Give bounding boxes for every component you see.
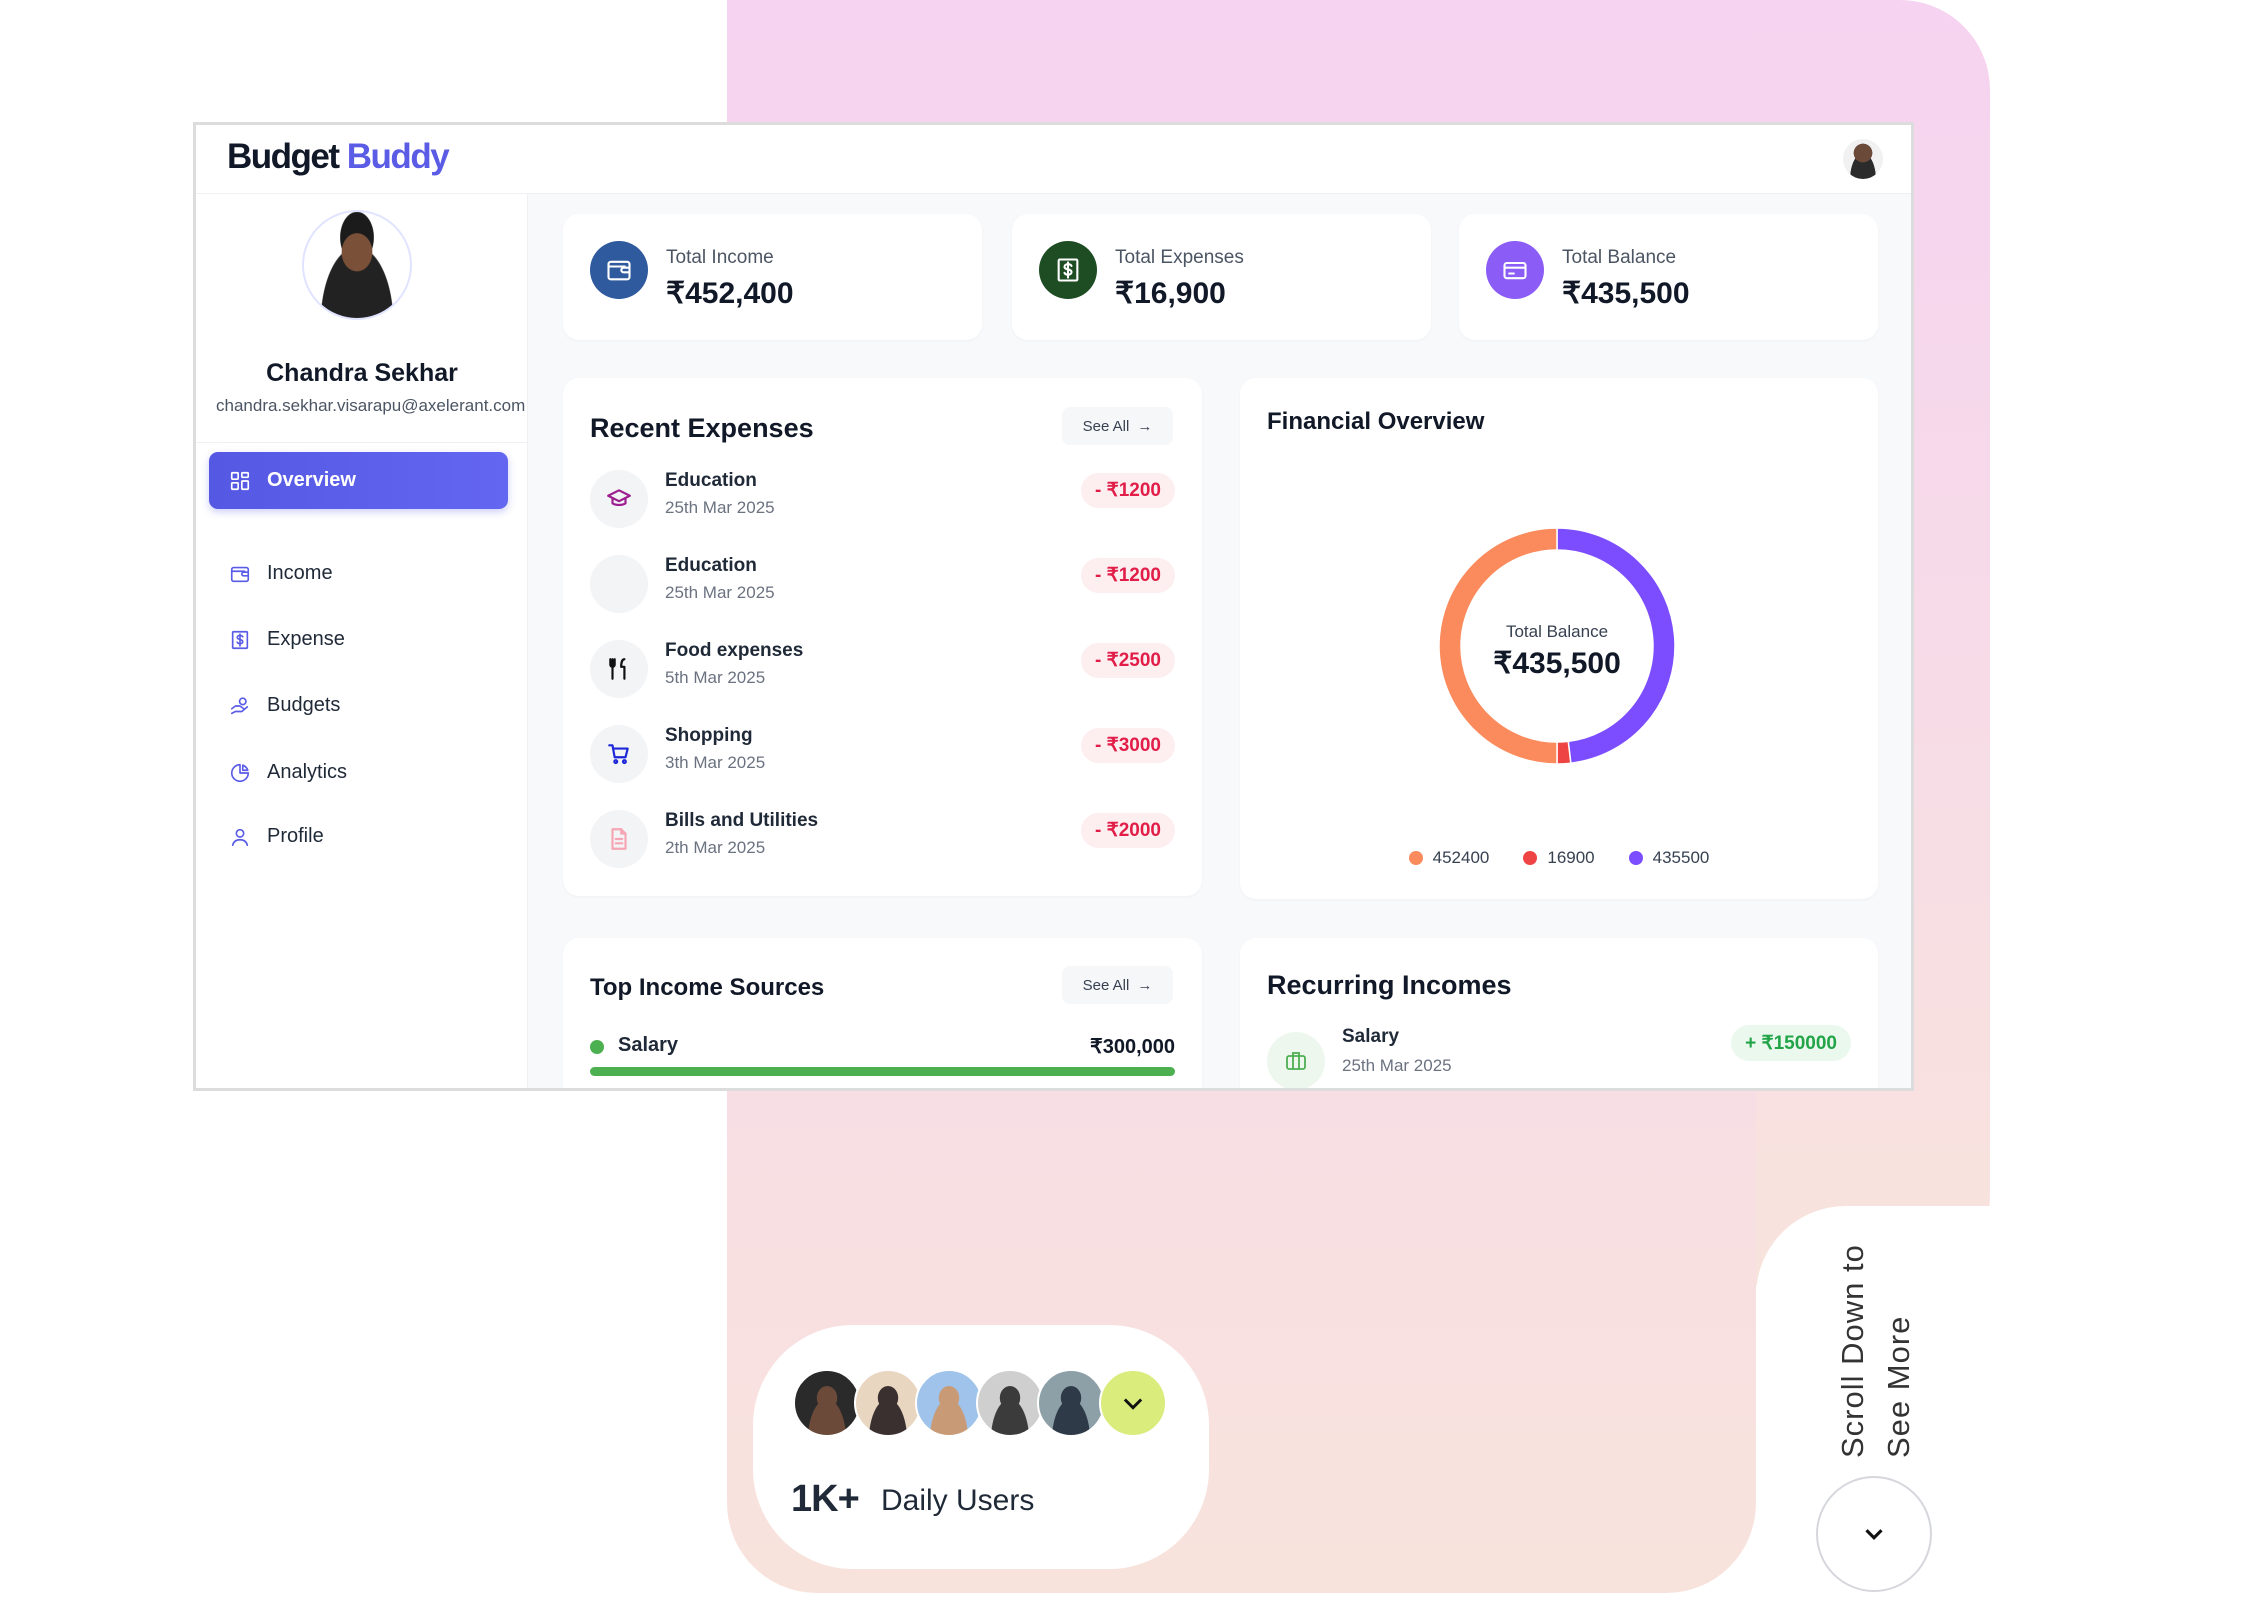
blank-icon [590, 555, 648, 613]
header: Budget Buddy [196, 125, 1911, 194]
recurring-incomes-card: Recurring Incomes Salary 25th Mar 2025 +… [1240, 938, 1878, 1088]
document-icon [590, 810, 648, 868]
profile-avatar[interactable] [302, 210, 412, 320]
user-avatar [976, 1369, 1044, 1437]
dashboard-window: Budget Buddy Chandra Sekhar chandra.sekh… [193, 122, 1914, 1091]
recurring-income-item[interactable]: Salary 25th Mar 2025 + ₹150000 [1267, 1025, 1851, 1088]
expand-avatars-button[interactable] [1099, 1369, 1167, 1437]
amount-badge: - ₹1200 [1081, 558, 1175, 593]
cart-icon [590, 725, 648, 783]
user-icon [231, 828, 249, 846]
hand-coins-icon [230, 696, 249, 714]
fork-knife-icon [609, 658, 626, 680]
expense-item[interactable]: Bills and Utilities 2th Mar 2025- ₹2000 [590, 804, 1175, 874]
graduation-cap-icon [607, 489, 631, 507]
users-count: 1K+ [791, 1478, 860, 1520]
sidebar-item-budgets[interactable]: Budgets [209, 677, 508, 734]
chevron-down-icon [1123, 1398, 1143, 1410]
card-title: Financial Overview [1267, 408, 1485, 435]
amount-badge: - ₹2500 [1081, 643, 1175, 678]
arrow-right-icon: → [1137, 417, 1153, 435]
legend-swatch [1628, 851, 1643, 865]
sidebar-item-analytics[interactable]: Analytics [209, 744, 508, 801]
legend-item[interactable]: 435500 [1628, 848, 1709, 868]
amount-badge: - ₹3000 [1081, 728, 1175, 763]
sidebar-item-overview[interactable]: Overview [209, 452, 508, 509]
sidebar-item-profile[interactable]: Profile [209, 808, 508, 865]
sidebar: Chandra Sekhar chandra.sekhar.visarapu@a… [196, 194, 528, 1088]
stat-icon [590, 241, 648, 299]
stat-icon [1039, 241, 1097, 299]
grid-icon [230, 471, 250, 490]
daily-users-card [753, 1325, 1209, 1569]
sidebar-item-income[interactable]: Income [209, 545, 508, 602]
amount-badge: + ₹150000 [1731, 1025, 1851, 1061]
chart-legend: 452400 16900 435500 [1240, 848, 1878, 868]
sidebar-item-expense[interactable]: Expense [209, 611, 508, 668]
legend-item[interactable]: 16900 [1523, 848, 1595, 868]
expense-item[interactable]: Food expenses 5th Mar 2025- ₹2500 [590, 634, 1175, 704]
users-label: Daily Users [881, 1484, 1035, 1517]
see-all-button[interactable]: See All → [1062, 407, 1173, 445]
recent-expenses-card: Recent Expenses See All → Education 25th M… [563, 378, 1202, 896]
header-avatar[interactable] [1843, 139, 1883, 179]
divider [196, 442, 528, 443]
user-avatar [1037, 1369, 1105, 1437]
credit-card-icon [1503, 261, 1527, 280]
pie-chart-icon [230, 763, 250, 782]
background-notch [1756, 1206, 2156, 1606]
amount-badge: - ₹2000 [1081, 813, 1175, 848]
scroll-down-button[interactable] [1816, 1476, 1932, 1592]
amount-badge: - ₹1200 [1081, 473, 1175, 508]
arrow-right-icon: → [1137, 976, 1153, 994]
logo[interactable]: Budget Buddy [227, 137, 450, 177]
profile-name: Chandra Sekhar [266, 359, 458, 387]
card-title: Recent Expenses [590, 413, 814, 443]
card-title: Top Income Sources [590, 974, 825, 1001]
wallet-icon [230, 566, 250, 582]
stat-card: Total Expenses ₹16,900 [1012, 214, 1431, 340]
status-dot [590, 1040, 604, 1054]
expense-item[interactable]: Education 25th Mar 2025- ₹1200 [590, 464, 1175, 534]
donut-center-label: Total Balance [1505, 622, 1609, 641]
wallet-icon [607, 260, 631, 281]
legend-swatch [1408, 851, 1423, 865]
legend-item[interactable]: 452400 [1408, 848, 1489, 868]
user-avatar [915, 1369, 983, 1437]
legend-swatch [1523, 851, 1538, 865]
fork-knife-icon [590, 640, 648, 698]
top-income-card: Top Income Sources See All → Salary ₹300,… [563, 938, 1202, 1088]
stat-icon [1486, 241, 1544, 299]
donut-center-value: ₹435,500 [1493, 647, 1621, 680]
financial-overview-card: Financial Overview Total Balance ₹435,50… [1240, 378, 1878, 899]
progress-bar [590, 1067, 1175, 1076]
expense-item[interactable]: Education 25th Mar 2025- ₹1200 [590, 549, 1175, 619]
dollar-bill-icon [1057, 258, 1079, 282]
cart-icon [608, 744, 629, 765]
stat-card: Total Income ₹452,400 [563, 214, 982, 340]
dollar-bill-icon [231, 630, 249, 649]
expense-item[interactable]: Shopping 3th Mar 2025- ₹3000 [590, 719, 1175, 789]
graduation-cap-icon [590, 470, 648, 528]
user-avatar [793, 1369, 861, 1437]
card-title: Recurring Incomes [1267, 970, 1512, 1000]
scroll-hint: Scroll Down to See More [1835, 1244, 1916, 1458]
stat-card: Total Balance ₹435,500 [1459, 214, 1878, 340]
profile-email: chandra.sekhar.visarapu@axelerant.com [216, 396, 526, 415]
donut-slice-16900[interactable] [1556, 740, 1572, 765]
briefcase-icon [1267, 1032, 1325, 1088]
document-icon [611, 828, 627, 850]
user-avatar [854, 1369, 922, 1437]
see-all-button[interactable]: See All → [1062, 966, 1173, 1004]
chevron-down-icon [1865, 1529, 1883, 1540]
